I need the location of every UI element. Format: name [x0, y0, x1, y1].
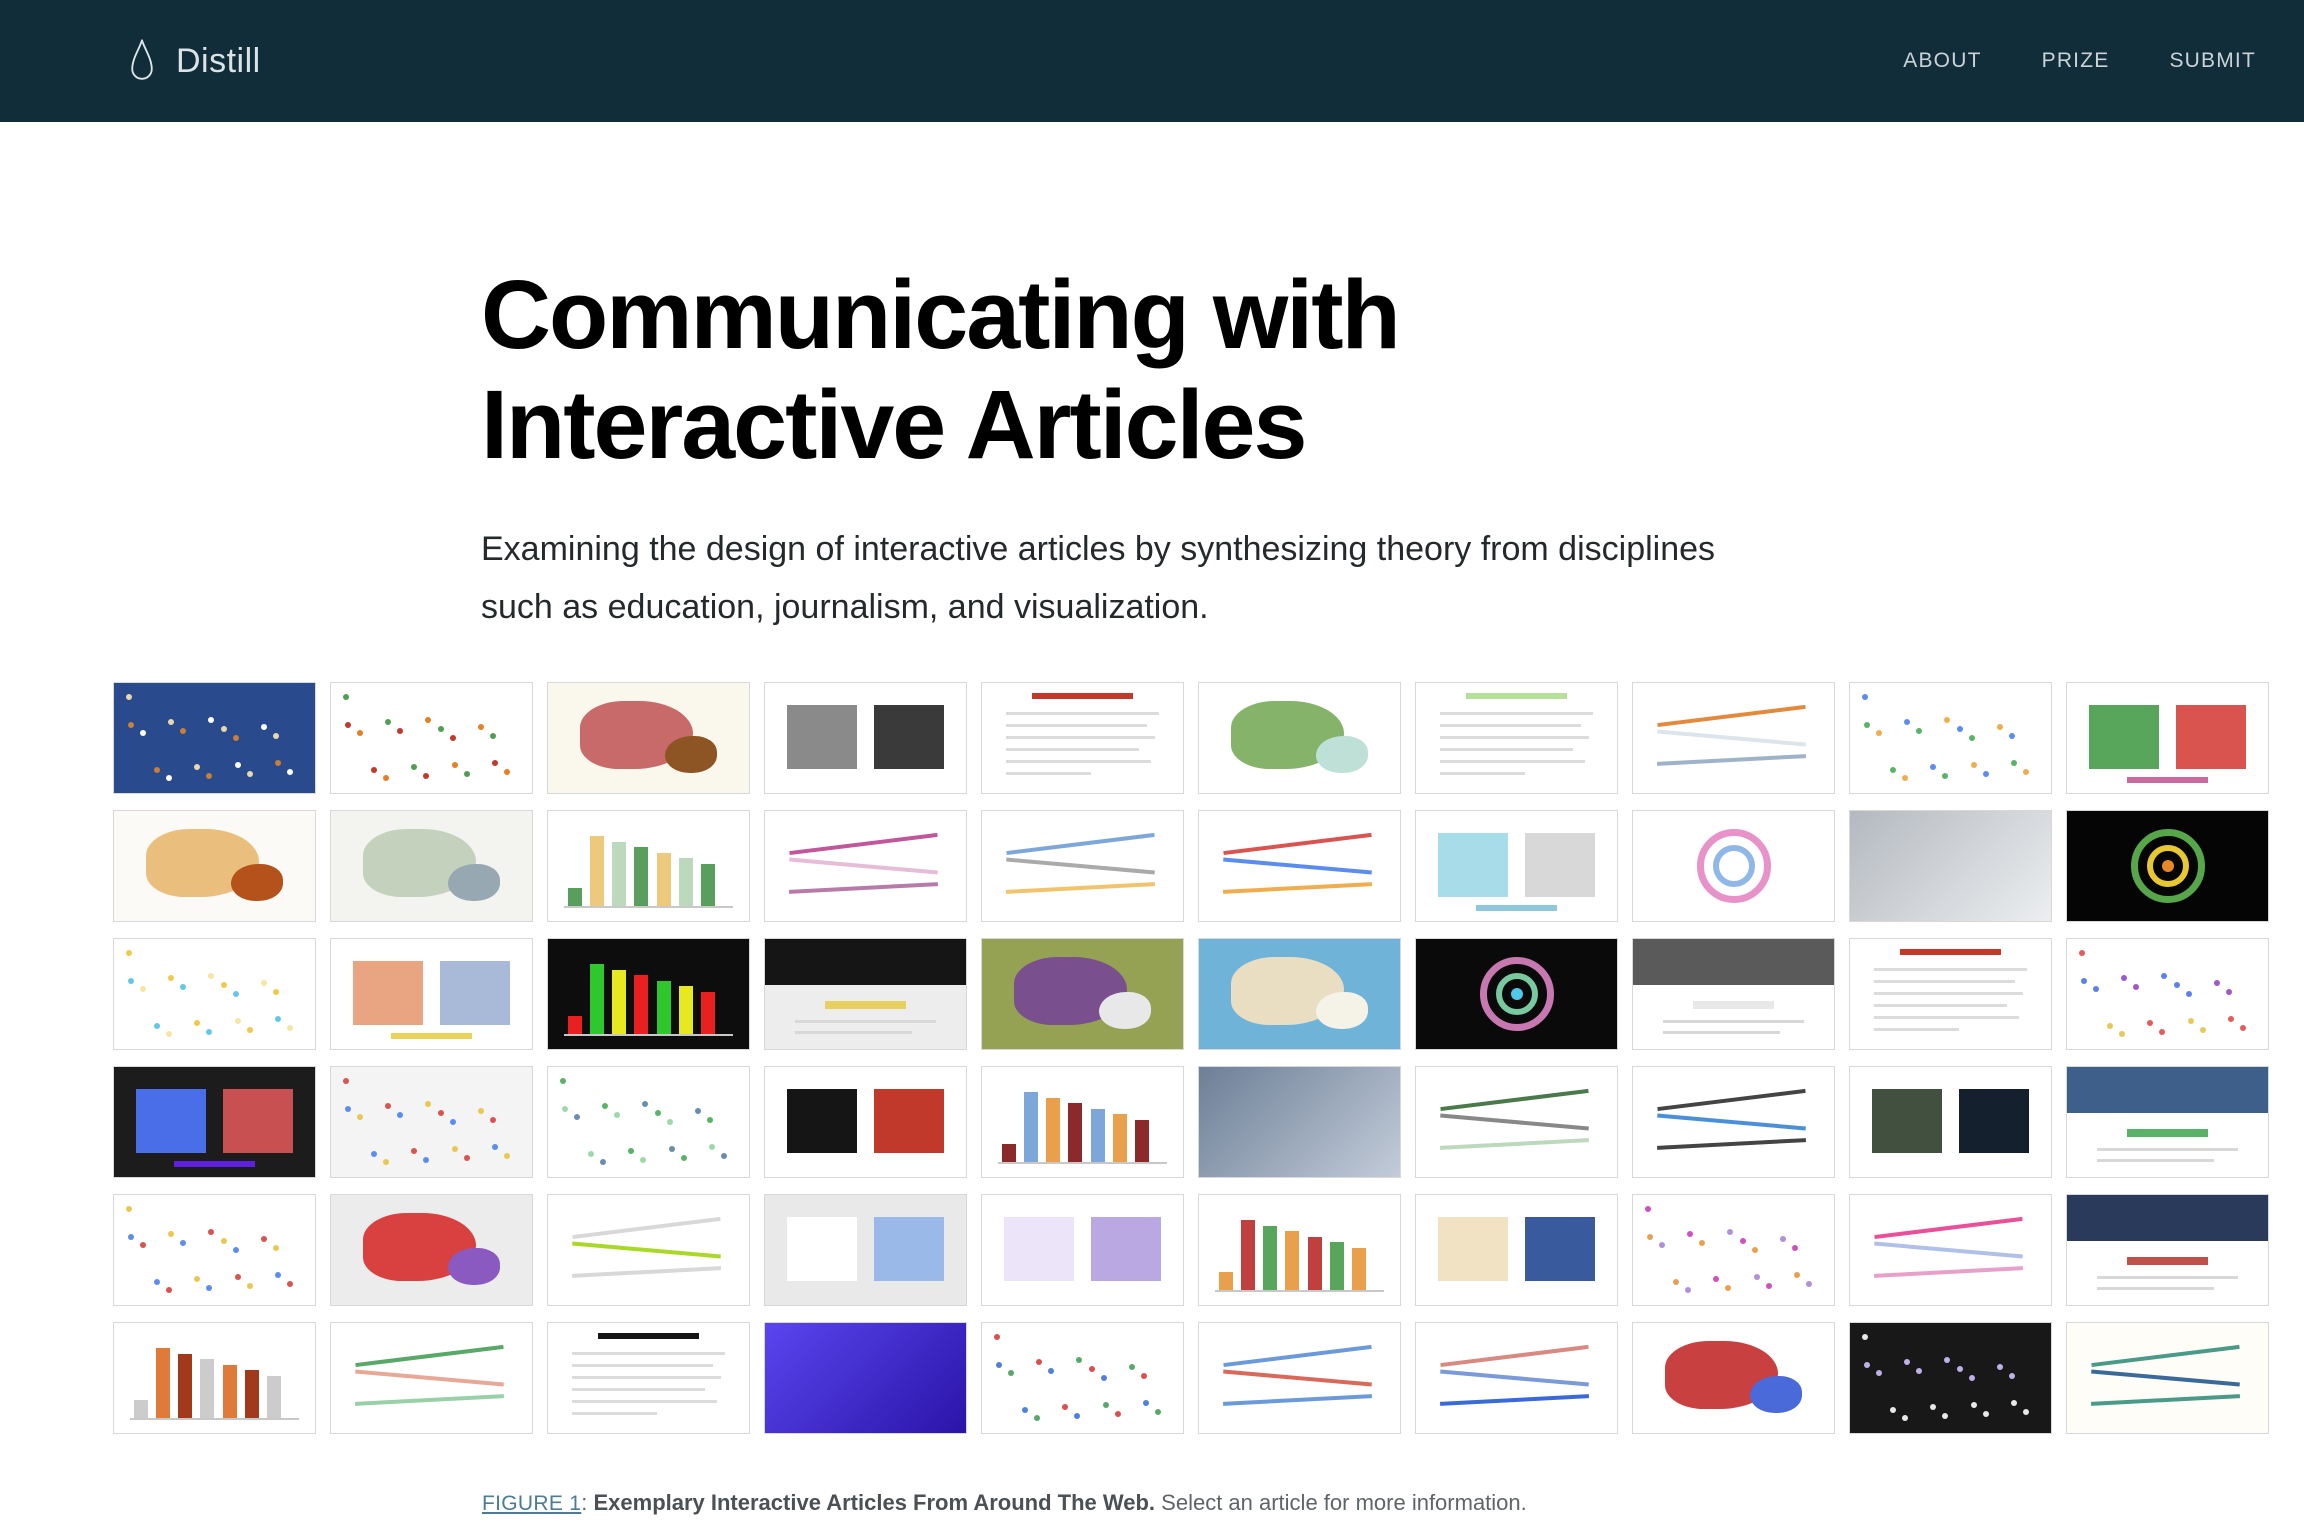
- page-title: Communicating with Interactive Articles: [481, 260, 2304, 480]
- article-thumbnail-career-path-traces[interactable]: [330, 1322, 533, 1434]
- distill-logo[interactable]: Distill: [128, 38, 261, 84]
- article-thumbnail-election-forecast-tree[interactable]: [1415, 1322, 1618, 1434]
- article-thumbnail-colorized-fourier-transform[interactable]: [981, 682, 1184, 794]
- article-thumbnail-bbc-climate-spiral[interactable]: [2066, 810, 2269, 922]
- distill-wordmark: Distill: [176, 42, 261, 81]
- article-thumbnail-hometown-heat-globe[interactable]: [113, 810, 316, 922]
- article-thumbnail-college-mobility-heatmap[interactable]: [764, 810, 967, 922]
- article-thumbnail-yall-youse-dialect-quiz[interactable]: [1415, 1194, 1618, 1306]
- article-thumbnail-memory-medium-pages[interactable]: [981, 1194, 1184, 1306]
- article-thumbnail-interactive-computations[interactable]: [764, 1066, 967, 1178]
- article-body: Communicating with Interactive Articles …: [0, 122, 2304, 1519]
- article-thumbnail-nuclear-detonations-histogram[interactable]: [547, 938, 750, 1050]
- article-thumbnail-global-temperature-dashboard[interactable]: [2066, 1194, 2269, 1306]
- article-thumbnail-boys-income-dot-streams[interactable]: [113, 938, 316, 1050]
- article-thumbnail-who-should-get-parole[interactable]: [330, 1066, 533, 1178]
- article-thumbnail-explorable-explanations[interactable]: [1849, 938, 2052, 1050]
- figure-caption: FIGURE 1: Exemplary Interactive Articles…: [482, 1488, 2304, 1519]
- nav-about-link[interactable]: ABOUT: [1903, 49, 1981, 73]
- figure-caption-rest: Select an article for more information.: [1155, 1490, 1527, 1515]
- page-title-line2: Interactive Articles: [481, 370, 2304, 480]
- article-thumbnail-rent-or-buy-calculator[interactable]: [547, 1194, 750, 1306]
- nav-submit-link[interactable]: SUBMIT: [2169, 49, 2256, 73]
- article-thumbnail-third-hottest-year-lines[interactable]: [1849, 1194, 2052, 1306]
- article-thumbnail-interface-mockup-panels[interactable]: [2066, 682, 2269, 794]
- article-thumbnail-you-draw-it-drug-overdose[interactable]: [981, 810, 1184, 922]
- hero-section: Communicating with Interactive Articles …: [0, 122, 2304, 636]
- article-thumbnail-outbreak-letters-simulation[interactable]: [1632, 1194, 1835, 1306]
- site-header: Distill ABOUT PRIZE SUBMIT: [0, 0, 2304, 122]
- article-thumbnail-radial-glyph-small-multiples[interactable]: [981, 1322, 1184, 1434]
- article-thumbnail-image-kernels-faces[interactable]: [764, 682, 967, 794]
- figure-grid: [113, 682, 2304, 1434]
- article-thumbnail-spaced-repetition-comic[interactable]: [764, 1194, 967, 1306]
- article-thumbnail-gallipoli-war-map[interactable]: [1198, 938, 1401, 1050]
- article-thumbnail-why-momentum-really-works[interactable]: [1632, 682, 1835, 794]
- article-thumbnail-quadrillion-treemap[interactable]: [330, 938, 533, 1050]
- article-thumbnail-human-terrain-mosaic[interactable]: [2066, 938, 2269, 1050]
- article-thumbnail-sequential-art-paper[interactable]: [1632, 938, 1835, 1050]
- distill-drop-icon: [128, 38, 156, 84]
- page-title-line1: Communicating with: [481, 260, 2304, 370]
- article-thumbnail-rich-or-not-bars[interactable]: [547, 810, 750, 922]
- article-thumbnail-you-draw-it-obama-presidency[interactable]: [1198, 810, 1401, 922]
- article-thumbnail-particle-trajectory-detector[interactable]: [113, 1066, 316, 1178]
- article-thumbnail-snow-fall[interactable]: [1849, 810, 2052, 922]
- article-thumbnail-econgraphs-resource-allocation[interactable]: [2066, 1066, 2269, 1178]
- article-thumbnail-interactions-complex-systems[interactable]: [1198, 1066, 1401, 1178]
- article-thumbnail-parable-of-the-polygons[interactable]: [764, 938, 967, 1050]
- article-thumbnail-loan-decision-simulation[interactable]: [981, 1066, 1184, 1178]
- article-thumbnail-the-eye[interactable]: [547, 682, 750, 794]
- article-thumbnail-handwriting-recognizer[interactable]: [2066, 1322, 2269, 1434]
- figure-caption-separator: :: [581, 1490, 593, 1515]
- article-thumbnail-handwriting-neural-net[interactable]: [1849, 1322, 2052, 1434]
- nav-prize-link[interactable]: PRIZE: [2042, 49, 2110, 73]
- article-thumbnail-tsne-word-embedding[interactable]: [113, 682, 316, 794]
- article-thumbnail-isometric-city-game[interactable]: [981, 938, 1184, 1050]
- article-thumbnail-election-precinct-map[interactable]: [330, 1194, 533, 1306]
- article-thumbnail-winding-path-270-electoral[interactable]: [1198, 1322, 1401, 1434]
- article-thumbnail-summers-getting-hotter[interactable]: [113, 1322, 316, 1434]
- article-thumbnail-how-to-use-tsne-effectively[interactable]: [1849, 682, 2052, 794]
- article-thumbnail-us-map-migration[interactable]: [330, 810, 533, 922]
- figure-1-link[interactable]: FIGURE 1: [482, 1492, 581, 1515]
- article-thumbnail-alcohol-consumption-bottles[interactable]: [1198, 1194, 1401, 1306]
- page-subtitle-line2: such as education, journalism, and visua…: [481, 578, 2304, 636]
- article-thumbnail-drawing-circles-by-country[interactable]: [1632, 810, 1835, 922]
- article-thumbnail-rain-shadows[interactable]: [1198, 682, 1401, 794]
- page-subtitle-line1: Examining the design of interactive arti…: [481, 520, 2304, 578]
- article-thumbnail-college-degree-automation[interactable]: [330, 682, 533, 794]
- article-thumbnail-math-3d-visualization[interactable]: [1415, 938, 1618, 1050]
- article-thumbnail-sine-wave-explorable[interactable]: [1632, 1066, 1835, 1178]
- article-thumbnail-electoral-college-map[interactable]: [1632, 1322, 1835, 1434]
- article-thumbnail-labeouf-letter-blocks[interactable]: [1415, 810, 1618, 922]
- article-thumbnail-variable-level-of-detail-docs[interactable]: [1415, 682, 1618, 794]
- figure-caption-bold: Exemplary Interactive Articles From Arou…: [593, 1490, 1155, 1515]
- top-navigation: ABOUT PRIZE SUBMIT: [1903, 49, 2256, 73]
- article-thumbnail-parametric-press-cover[interactable]: [547, 1322, 750, 1434]
- article-thumbnail-voting-systems-spoiler[interactable]: [113, 1194, 316, 1306]
- page-subtitle: Examining the design of interactive arti…: [481, 520, 2304, 636]
- article-thumbnail-visual-intro-machine-learning[interactable]: [547, 1066, 750, 1178]
- article-thumbnail-parametric-press-issue-01[interactable]: [764, 1322, 967, 1434]
- article-thumbnail-see-for-yourself-climate[interactable]: [1415, 1066, 1618, 1178]
- article-thumbnail-satellite-imagery-code[interactable]: [1849, 1066, 2052, 1178]
